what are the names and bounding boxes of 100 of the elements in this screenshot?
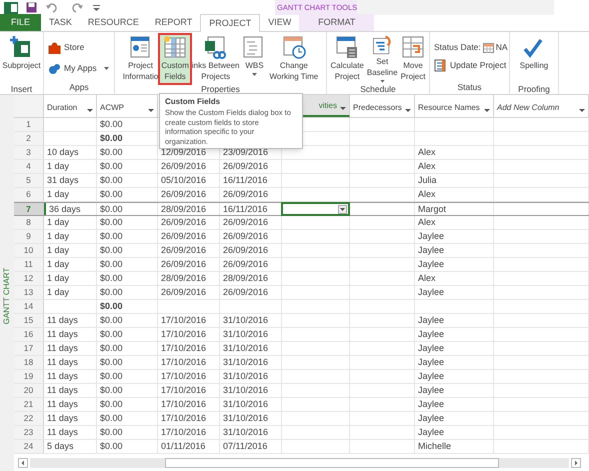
table-cell: Jaylee: [415, 412, 494, 425]
customize-icon[interactable]: [93, 4, 100, 12]
table-cell: $0.00: [97, 440, 158, 453]
ribbon-button[interactable]: WBS: [241, 35, 268, 83]
table-cell: $0.00: [97, 146, 158, 159]
scroll-right-icon[interactable]: [571, 458, 581, 468]
row-number[interactable]: 3: [14, 146, 44, 159]
dropdown-arrow-icon[interactable]: [579, 109, 585, 112]
ribbon-button[interactable]: Calculate Project: [330, 35, 365, 83]
caret-icon[interactable]: [252, 73, 257, 76]
row-number[interactable]: 9: [14, 230, 44, 243]
table-cell: $0.00: [97, 328, 158, 341]
row-number[interactable]: 15: [14, 314, 44, 327]
dropdown-arrow-icon[interactable]: [87, 109, 93, 112]
group-label: Insert: [10, 83, 34, 96]
table-cell: 31 days: [44, 174, 97, 187]
table-cell: 31/10/2016: [220, 342, 282, 355]
caret-icon[interactable]: [380, 80, 385, 83]
table-cell: 28/09/2016: [220, 272, 282, 285]
row-number[interactable]: 14: [14, 300, 44, 313]
table-cell: $0.00: [97, 244, 158, 257]
update-sheet-icon: [434, 59, 447, 72]
row-number[interactable]: 12: [14, 272, 44, 285]
row-number[interactable]: 20: [14, 384, 44, 397]
table-cell: 17/10/2016: [158, 356, 220, 369]
row-number[interactable]: 2: [14, 132, 44, 145]
table-cell: Jaylee: [415, 328, 494, 341]
table-cell: 26/09/2016: [220, 286, 282, 299]
caret-icon[interactable]: [104, 67, 109, 70]
row-number[interactable]: 18: [14, 356, 44, 369]
row-number[interactable]: 24: [14, 440, 44, 453]
table-cell: 11 days: [44, 398, 97, 411]
row-number[interactable]: 19: [14, 370, 44, 383]
active-cell-editor[interactable]: [281, 202, 350, 216]
table-cell: $0.00: [97, 188, 158, 201]
ribbon-button[interactable]: Custom Fields: [160, 35, 190, 83]
row-number[interactable]: 5: [14, 174, 44, 187]
table-cell: Jaylee: [415, 426, 494, 439]
table-cell: 16/11/2016: [220, 174, 282, 187]
table-cell: 1 day: [44, 258, 97, 271]
row-number[interactable]: 10: [14, 244, 44, 257]
row-number[interactable]: 7: [14, 203, 44, 215]
table-cell: 11 days: [44, 328, 97, 341]
ribbon-button[interactable]: inks Between Projects: [190, 35, 240, 83]
ribbon-tab[interactable]: REPORT: [146, 14, 200, 31]
ribbon-tab[interactable]: RESOURCE: [80, 14, 147, 31]
table-cell: 11 days: [44, 384, 97, 397]
table-cell: $0.00: [97, 160, 158, 173]
status-date-button[interactable]: Status Date: NA: [434, 40, 508, 54]
table-cell: $0.00: [97, 426, 158, 439]
ribbon-button[interactable]: Update Project: [434, 58, 506, 74]
row-number[interactable]: 23: [14, 426, 44, 439]
table-cell: $0.00: [97, 314, 158, 327]
table-cell: 26/09/2016: [158, 258, 220, 271]
row-number[interactable]: 8: [14, 216, 44, 229]
ribbon-button[interactable]: Move Project: [400, 35, 426, 83]
ribbon-button[interactable]: Subproject: [1, 35, 42, 83]
row-number[interactable]: 1: [14, 118, 44, 131]
ribbon-button[interactable]: Spelling: [518, 35, 550, 83]
column-header[interactable]: Add New Column: [494, 95, 589, 117]
table-cell: $0.00: [97, 132, 158, 145]
ribbon-button[interactable]: My Apps: [48, 60, 109, 76]
save-icon[interactable]: [26, 2, 37, 13]
dropdown-arrow-icon[interactable]: [148, 109, 154, 112]
row-number[interactable]: 6: [14, 188, 44, 201]
ribbon-tab[interactable]: VIEW: [260, 14, 300, 31]
ribbon-button[interactable]: Store: [48, 40, 84, 56]
scrollbar-thumb[interactable]: [165, 458, 499, 468]
group-label: Schedule: [359, 83, 397, 96]
row-number[interactable]: 13: [14, 286, 44, 299]
row-number[interactable]: 17: [14, 342, 44, 355]
table-cell: 31/10/2016: [220, 314, 282, 327]
dropdown-button[interactable]: [338, 204, 347, 214]
row-number[interactable]: 16: [14, 328, 44, 341]
ribbon-button[interactable]: Change Working Time: [268, 35, 320, 83]
table-cell: 31/10/2016: [220, 370, 282, 383]
ribbon-tab[interactable]: PROJECT: [200, 14, 260, 32]
column-header[interactable]: ACWP: [97, 95, 158, 117]
ribbon-button[interactable]: Set Baseline: [366, 35, 399, 83]
table-cell: Jaylee: [415, 286, 494, 299]
view-bar[interactable]: GANTT CHART: [0, 95, 14, 471]
scrollbar-track[interactable]: [30, 458, 569, 468]
scroll-left-icon[interactable]: [18, 458, 28, 468]
table-cell: Jaylee: [415, 398, 494, 411]
table-cell: 17/10/2016: [158, 398, 220, 411]
table-cell: Jaylee: [415, 370, 494, 383]
dropdown-arrow-icon[interactable]: [340, 107, 346, 110]
table-cell: 31/10/2016: [220, 412, 282, 425]
row-number[interactable]: 22: [14, 412, 44, 425]
ribbon-tab[interactable]: FILE: [0, 14, 42, 31]
table-cell: 17/10/2016: [158, 314, 220, 327]
row-number[interactable]: 11: [14, 258, 44, 271]
ribbon-tab[interactable]: FORMAT: [299, 14, 374, 31]
row-number[interactable]: 4: [14, 160, 44, 173]
ribbon-tab[interactable]: TASK: [41, 14, 80, 31]
dropdown-arrow-icon[interactable]: [405, 109, 411, 112]
dropdown-arrow-icon[interactable]: [484, 109, 490, 112]
row-number[interactable]: 21: [14, 398, 44, 411]
table-cell: $0.00: [97, 342, 158, 355]
table-cell: 26/09/2016: [220, 244, 282, 257]
